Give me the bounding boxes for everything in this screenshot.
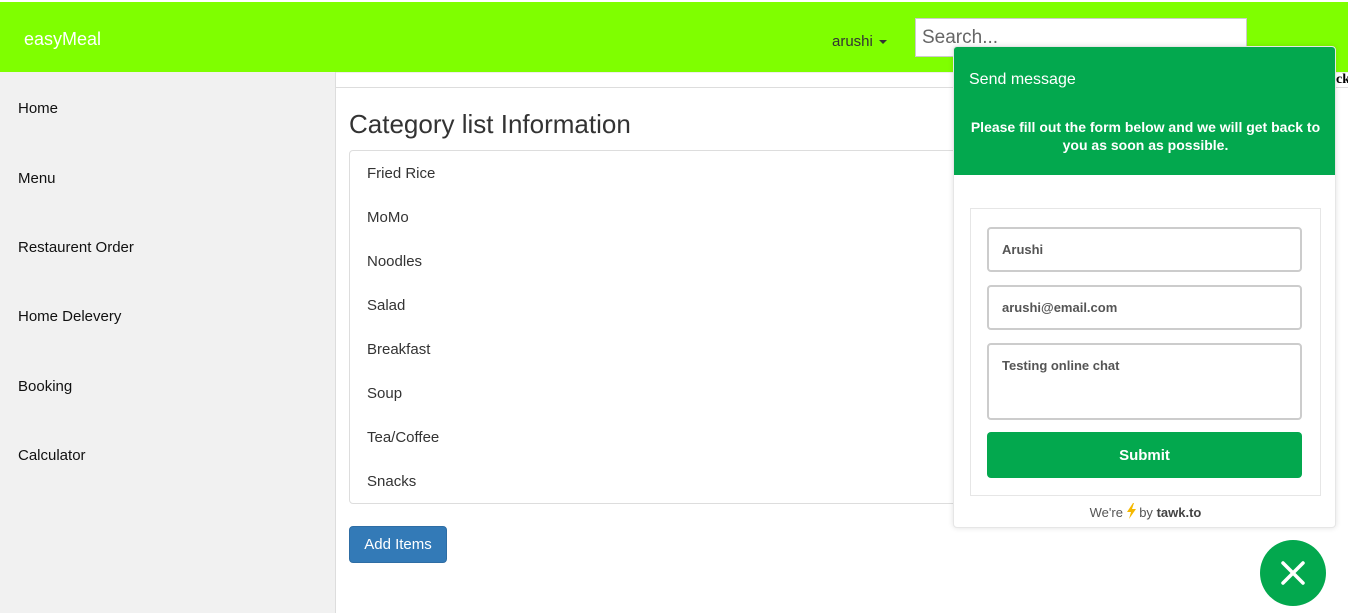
chat-header: Send message Please fill out the form be… xyxy=(954,47,1335,175)
clipped-text: ck xyxy=(1336,72,1348,87)
close-chat-button[interactable] xyxy=(1260,540,1326,606)
message-field[interactable]: Testing online chat xyxy=(987,343,1302,420)
submit-button[interactable]: Submit xyxy=(987,432,1302,478)
brand-logo[interactable]: easyMeal xyxy=(24,29,101,50)
list-item[interactable]: Noodles xyxy=(367,253,422,270)
chat-subtitle: Please fill out the form below and we wi… xyxy=(970,119,1321,153)
close-icon xyxy=(1281,561,1305,585)
caret-down-icon xyxy=(878,40,887,45)
sidebar-item-restaurant-order[interactable]: Restaurent Order xyxy=(18,239,134,256)
user-menu-toggle[interactable]: arushi xyxy=(832,33,887,50)
chat-widget: Send message Please fill out the form be… xyxy=(953,46,1336,528)
sidebar-item-home[interactable]: Home xyxy=(18,100,58,117)
chat-title: Send message xyxy=(969,71,1076,88)
tawk-brand: tawk.to xyxy=(1156,505,1202,520)
page-title: Category list Information xyxy=(349,109,631,139)
sidebar-item-menu[interactable]: Menu xyxy=(18,170,56,187)
chat-form: Testing online chat Submit xyxy=(970,208,1321,496)
powered-by[interactable]: We're by tawk.to xyxy=(954,503,1335,520)
list-item[interactable]: Breakfast xyxy=(367,341,430,358)
sidebar-item-booking[interactable]: Booking xyxy=(18,378,72,395)
email-field[interactable] xyxy=(987,285,1302,330)
name-field[interactable] xyxy=(987,227,1302,272)
lightning-icon xyxy=(1126,503,1140,520)
user-name: arushi xyxy=(832,33,873,50)
list-item[interactable]: Soup xyxy=(367,385,402,402)
list-item[interactable]: Salad xyxy=(367,297,405,314)
list-item[interactable]: MoMo xyxy=(367,209,409,226)
powered-by-label: by xyxy=(1139,505,1153,520)
list-item[interactable]: Fried Rice xyxy=(367,165,435,182)
powered-prefix: We're xyxy=(1089,505,1123,520)
sidebar: Home Menu Restaurent Order Home Delevery… xyxy=(0,72,336,613)
list-item[interactable]: Snacks xyxy=(367,473,416,490)
sidebar-item-calculator[interactable]: Calculator xyxy=(18,447,86,464)
sidebar-item-home-delivery[interactable]: Home Delevery xyxy=(18,308,121,325)
category-list: Fried Rice MoMo Noodles Salad Breakfast … xyxy=(349,150,1049,504)
add-items-button[interactable]: Add Items xyxy=(349,526,447,563)
list-item[interactable]: Tea/Coffee xyxy=(367,429,439,446)
